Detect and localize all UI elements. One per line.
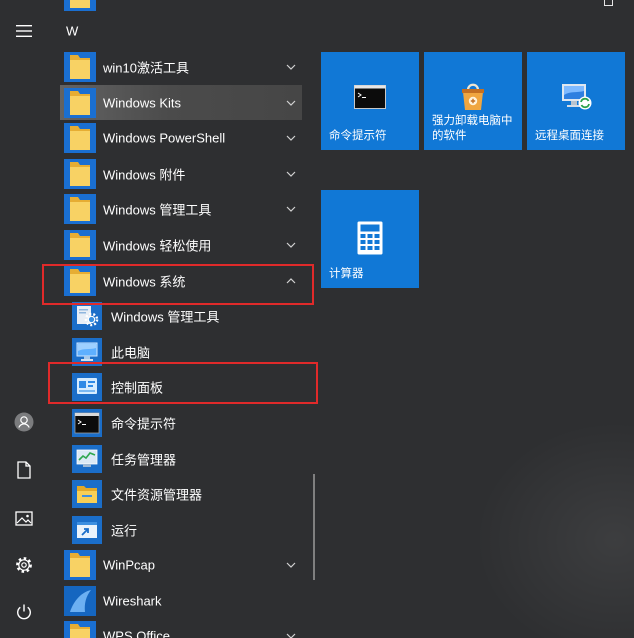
- chevron-down-icon: [286, 135, 296, 141]
- pictures-button[interactable]: [4, 501, 44, 535]
- control-panel-icon: [72, 373, 102, 402]
- tile-uninstall-software[interactable]: 强力卸载电脑中 的软件: [424, 52, 522, 150]
- chevron-down-icon: [286, 633, 296, 638]
- app-item-label: 命令提示符: [111, 416, 177, 432]
- section-header[interactable]: W: [48, 14, 310, 50]
- tile-label-line: 的软件: [432, 130, 467, 142]
- app-file-explorer[interactable]: 文件资源管理器: [48, 476, 310, 512]
- folder-icon: [64, 266, 96, 296]
- user-account-button[interactable]: [4, 405, 44, 439]
- folder-icon: [64, 230, 96, 260]
- app-control-panel[interactable]: 控制面板: [48, 370, 310, 406]
- folder-wps-office[interactable]: WPS Office: [48, 619, 310, 638]
- settings-button[interactable]: [4, 548, 44, 582]
- window-edge-fragment: [604, 0, 613, 6]
- remote-desktop-icon: [559, 81, 593, 113]
- app-command-prompt[interactable]: 命令提示符: [48, 405, 310, 441]
- tile-label: 计算器: [329, 267, 364, 282]
- tile-label-line: 强力卸载电脑中: [432, 115, 513, 127]
- folder-windows-accessories[interactable]: Windows 附件: [48, 156, 310, 192]
- app-item-label: 此电脑: [111, 345, 151, 361]
- folder-winpcap[interactable]: WinPcap: [48, 548, 310, 584]
- power-button[interactable]: [4, 595, 44, 629]
- app-list-scrollbar[interactable]: [313, 474, 315, 580]
- wireshark-icon: [64, 585, 96, 616]
- tile-calculator[interactable]: 计算器: [321, 190, 419, 288]
- tile-label-line: 远程桌面连接: [535, 130, 604, 142]
- folder-icon: [64, 194, 96, 224]
- tile-command-prompt[interactable]: 命令提示符: [321, 52, 419, 150]
- command-prompt-icon: [354, 85, 386, 109]
- app-item-label: WPS Office: [103, 628, 170, 638]
- run-icon: [72, 515, 102, 544]
- chevron-down-icon: [286, 64, 296, 70]
- file-explorer-icon: [72, 480, 102, 509]
- uninstaller-package-icon: [457, 80, 489, 112]
- app-item-label: 运行: [111, 523, 138, 539]
- folder-icon: [64, 88, 96, 118]
- folder-icon: [64, 621, 96, 638]
- folder-windows-administrative-tools[interactable]: Windows 管理工具: [48, 192, 310, 228]
- folder-icon: [64, 0, 96, 11]
- chevron-up-icon: [286, 278, 296, 284]
- document-icon: [17, 461, 31, 479]
- app-item-label: 文件资源管理器: [111, 487, 203, 503]
- app-item-label: Windows PowerShell: [103, 130, 226, 146]
- chevron-down-icon: [286, 171, 296, 177]
- tile-label: 命令提示符: [329, 129, 387, 144]
- folder-windows-ease-of-access[interactable]: Windows 轻松使用: [48, 227, 310, 263]
- app-list-item-partial[interactable]: [48, 0, 310, 14]
- chevron-down-icon: [286, 100, 296, 106]
- user-avatar-icon: [14, 412, 34, 432]
- app-item-label: Wireshark: [103, 593, 162, 609]
- chevron-down-icon: [286, 242, 296, 248]
- folder-win10-activation-tool[interactable]: win10激活工具: [48, 49, 310, 85]
- folder-icon: [64, 123, 96, 153]
- command-prompt-icon: [72, 408, 102, 437]
- app-run[interactable]: 运行: [48, 512, 310, 548]
- app-this-pc[interactable]: 此电脑: [48, 334, 310, 370]
- app-item-label: 任务管理器: [111, 452, 177, 468]
- tile-remote-desktop[interactable]: 远程桌面连接: [527, 52, 625, 150]
- app-item-label: Windows 管理工具: [103, 202, 212, 218]
- power-icon: [15, 603, 33, 621]
- chevron-down-icon: [286, 562, 296, 568]
- folder-windows-kits[interactable]: Windows Kits: [48, 84, 310, 121]
- hamburger-icon: [16, 25, 32, 37]
- app-windows-administrative-tools[interactable]: Windows 管理工具: [48, 298, 310, 334]
- app-item-label: Windows Kits: [103, 95, 182, 111]
- chevron-down-icon: [286, 206, 296, 212]
- tile-label-line: 计算器: [329, 268, 364, 280]
- tile-label-line: 命令提示符: [329, 130, 387, 142]
- folder-windows-system[interactable]: Windows 系统: [48, 263, 310, 299]
- folder-icon: [64, 159, 96, 189]
- app-item-label: Windows 管理工具: [111, 309, 220, 325]
- tile-label: 远程桌面连接: [535, 129, 604, 144]
- folder-icon: [64, 550, 96, 580]
- expand-menu-button[interactable]: [4, 14, 44, 48]
- app-item-label: Windows 轻松使用: [103, 238, 212, 254]
- app-item-label: Windows 系统: [103, 274, 186, 290]
- folder-windows-powershell[interactable]: Windows PowerShell: [48, 120, 310, 156]
- nav-rail: [0, 0, 48, 638]
- task-manager-icon: [72, 444, 102, 473]
- folder-icon: [64, 52, 96, 82]
- app-item-label: Windows 附件: [103, 167, 186, 183]
- documents-button[interactable]: [4, 453, 44, 487]
- app-item-label: 控制面板: [111, 380, 164, 396]
- app-list: W win10激活工具 Windows Kits Windows PowerSh…: [48, 0, 310, 638]
- app-item-label: win10激活工具: [103, 60, 189, 76]
- app-item-label: WinPcap: [103, 557, 156, 573]
- picture-icon: [15, 510, 33, 526]
- app-task-manager[interactable]: 任务管理器: [48, 441, 310, 477]
- app-wireshark[interactable]: Wireshark: [48, 583, 310, 619]
- this-pc-icon: [72, 337, 102, 366]
- gear-icon: [15, 556, 33, 574]
- calculator-icon: [357, 221, 383, 255]
- section-letter: W: [66, 23, 79, 39]
- admin-tools-icon: [72, 302, 102, 331]
- tile-label: 强力卸载电脑中 的软件: [432, 114, 513, 144]
